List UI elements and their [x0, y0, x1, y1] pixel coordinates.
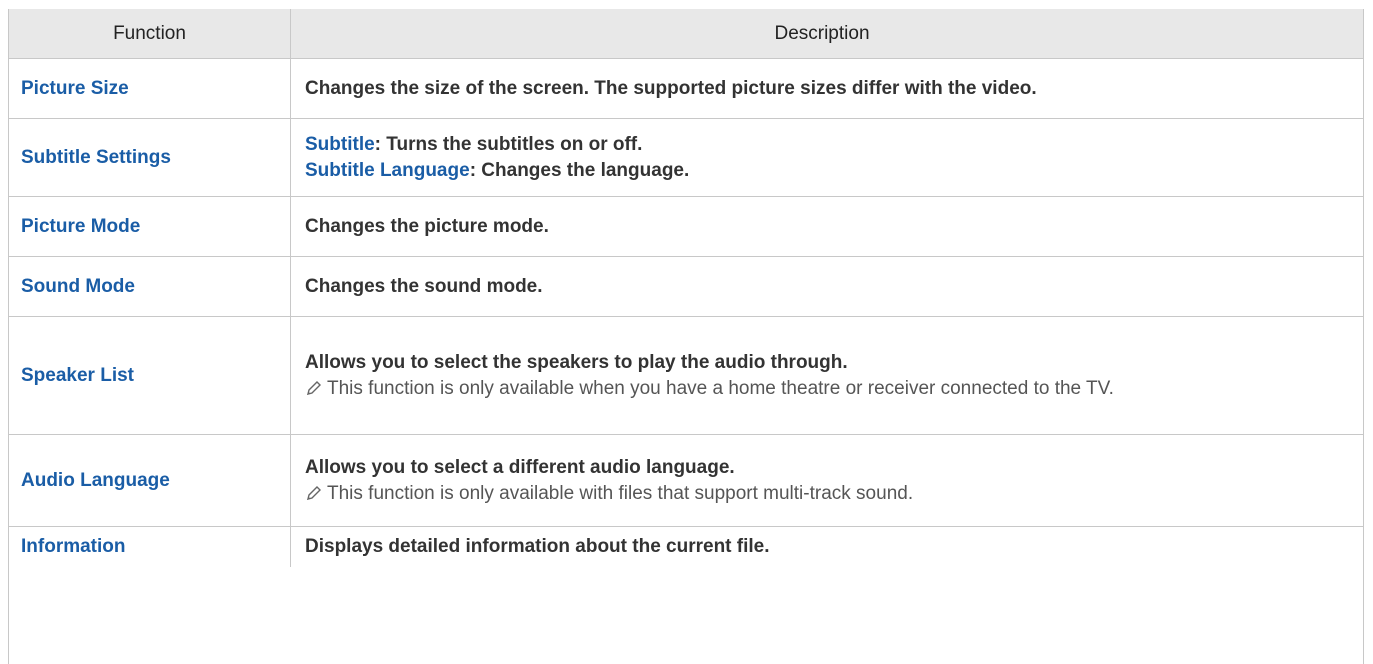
table-row: Subtitle Settings Subtitle: Turns the su… [9, 119, 1363, 197]
pencil-icon [305, 376, 327, 402]
description-text: Displays detailed information about the … [305, 536, 770, 557]
term-description: : Changes the language. [469, 159, 690, 181]
table-header-row: Function Description [9, 9, 1363, 59]
description-text: Changes the size of the screen. The supp… [305, 77, 1037, 99]
function-label-information: Information [21, 536, 126, 557]
note: This function is only available when you… [305, 376, 1353, 402]
header-function: Function [113, 22, 186, 44]
table-row: Speaker List Allows you to select the sp… [9, 317, 1363, 435]
function-label-audio-language: Audio Language [21, 469, 170, 491]
term-description: : Turns the subtitles on or off. [374, 133, 643, 155]
description-text: Allows you to select a different audio l… [305, 456, 735, 478]
function-label-picture-mode: Picture Mode [21, 215, 141, 237]
header-function-cell: Function [9, 9, 291, 58]
description-text: Changes the sound mode. [305, 275, 543, 297]
note-text: This function is only available when you… [327, 377, 1114, 399]
header-description-cell: Description [291, 9, 1363, 58]
table-row: Information Displays detailed informatio… [9, 527, 1363, 567]
description-item: Subtitle: Turns the subtitles on or off. [305, 132, 1353, 158]
description-item: Subtitle Language: Changes the language. [305, 158, 1353, 184]
function-label-sound-mode: Sound Mode [21, 275, 135, 297]
function-label-picture-size: Picture Size [21, 77, 129, 99]
term-subtitle: Subtitle [305, 133, 375, 155]
table-row: Sound Mode Changes the sound mode. [9, 257, 1363, 317]
description-text: Changes the picture mode. [305, 215, 549, 237]
function-label-subtitle-settings: Subtitle Settings [21, 146, 171, 168]
function-label-speaker-list: Speaker List [21, 364, 134, 386]
function-table: Function Description Picture Size Change… [8, 9, 1364, 664]
table-row: Audio Language Allows you to select a di… [9, 435, 1363, 527]
note-text: This function is only available with fil… [327, 482, 914, 504]
description-text: Allows you to select the speakers to pla… [305, 351, 848, 373]
header-description: Description [774, 22, 870, 44]
pencil-icon [305, 481, 327, 507]
term-subtitle-language: Subtitle Language [305, 159, 470, 181]
table-row: Picture Mode Changes the picture mode. [9, 197, 1363, 257]
note: This function is only available with fil… [305, 481, 1353, 507]
table-row: Picture Size Changes the size of the scr… [9, 59, 1363, 119]
